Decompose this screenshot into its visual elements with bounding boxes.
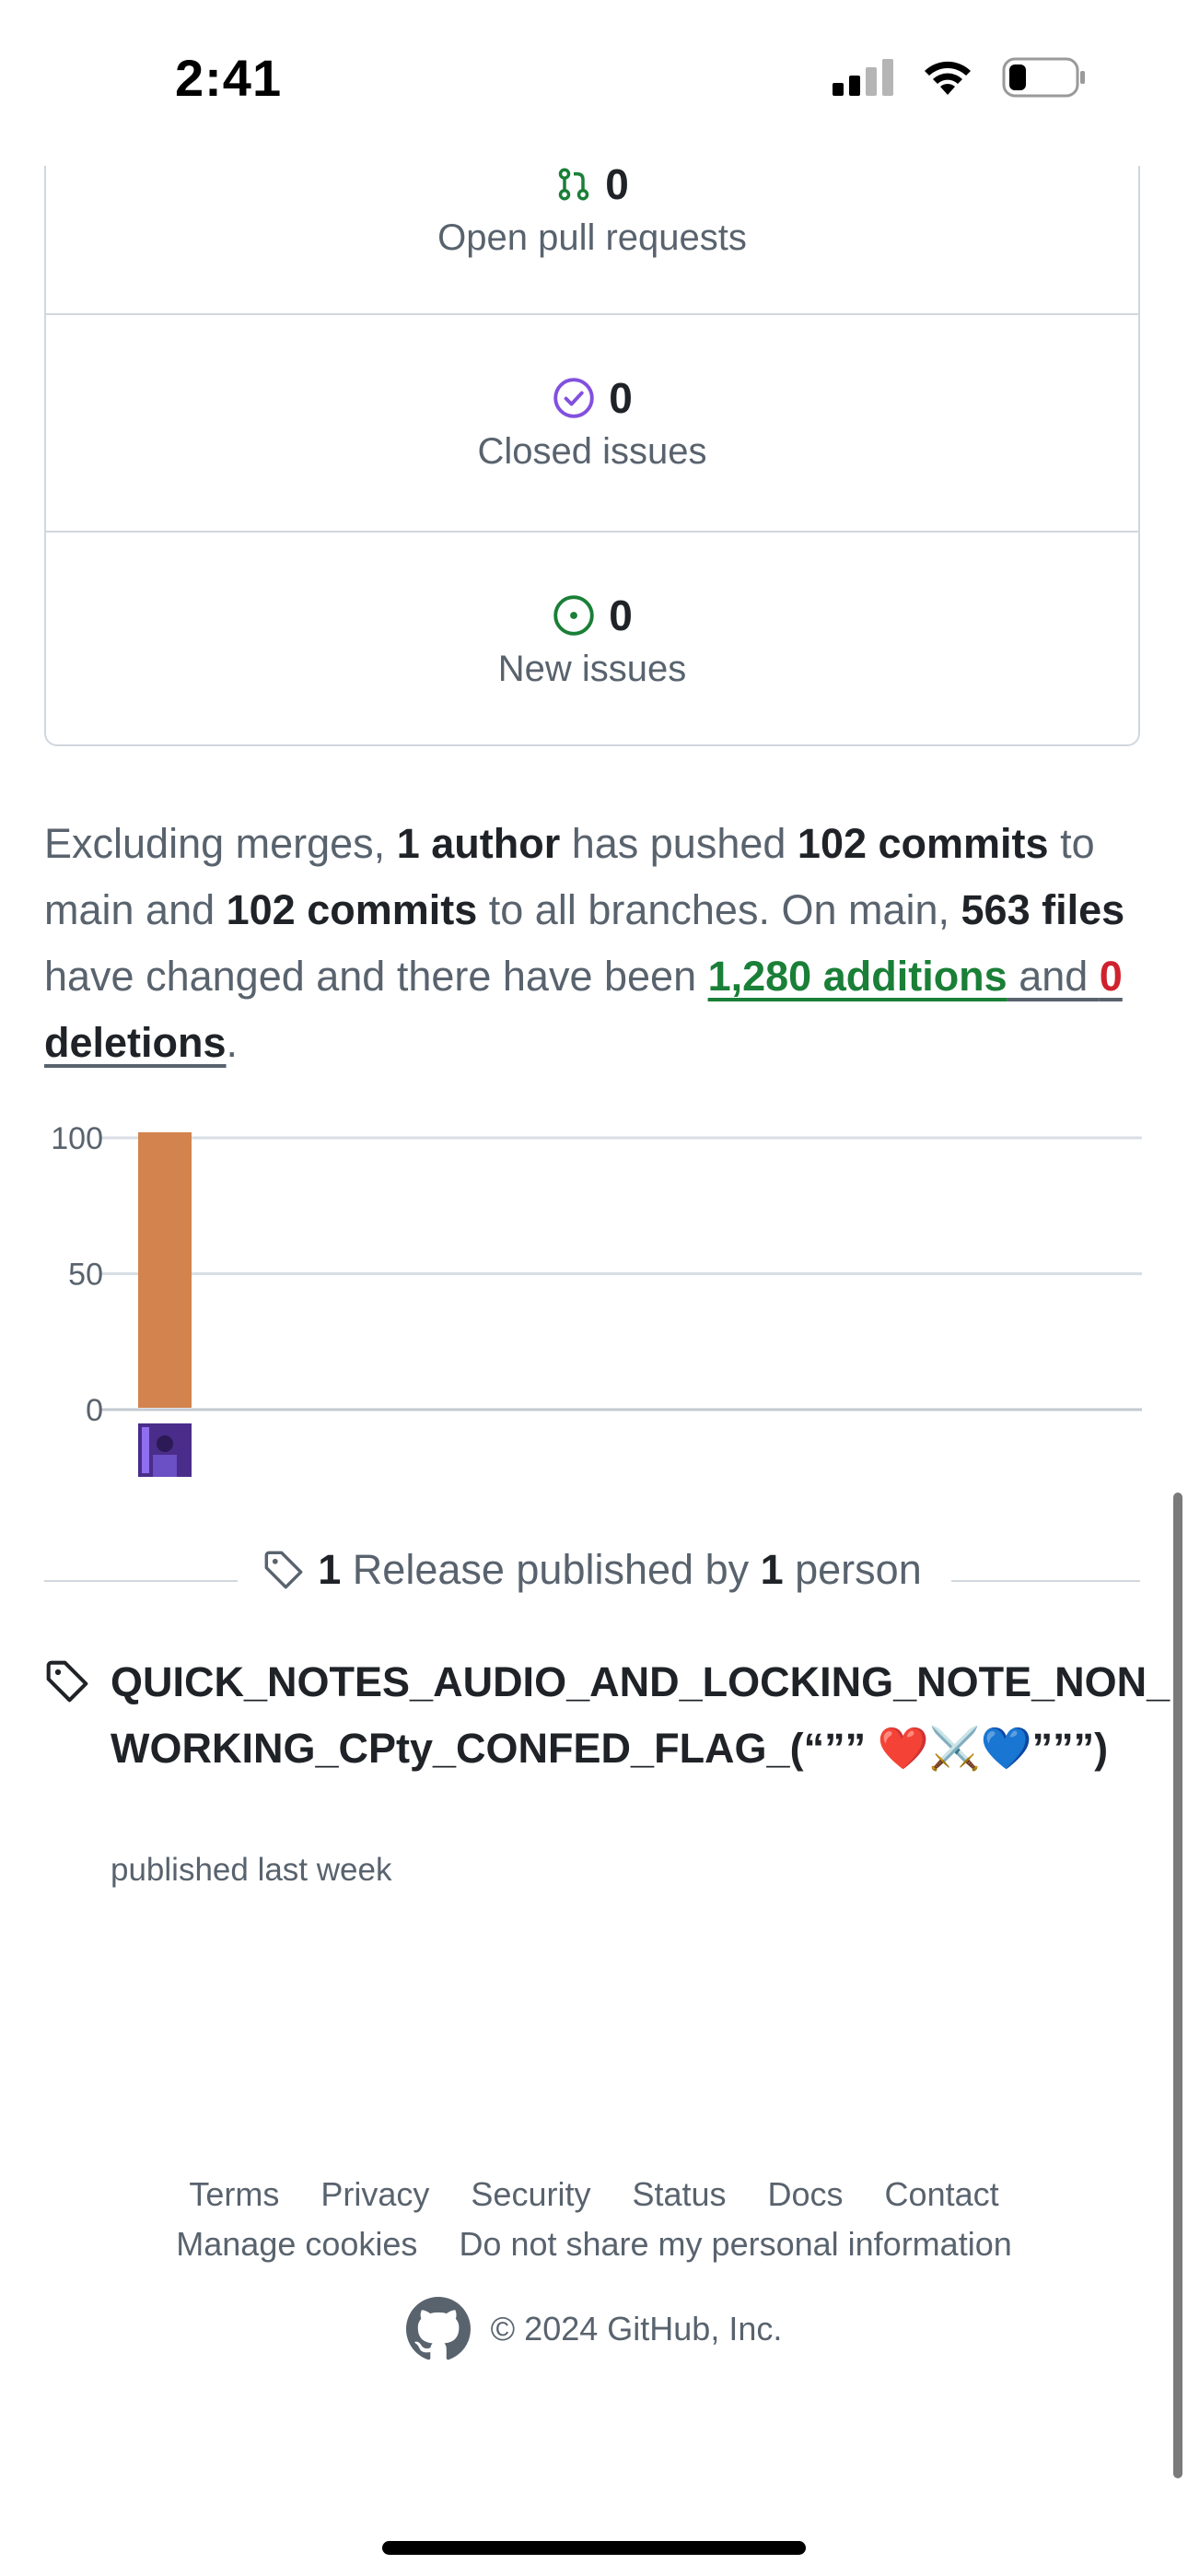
y-tick-label: 50 bbox=[68, 1258, 103, 1293]
stat-count: 0 bbox=[605, 160, 629, 208]
commits-main-count: 102 commits bbox=[797, 820, 1049, 867]
footer: Terms Privacy Security Status Docs Conta… bbox=[0, 2170, 1188, 2361]
tag-icon bbox=[264, 1551, 303, 1589]
footer-link-manage-cookies[interactable]: Manage cookies bbox=[176, 2219, 417, 2269]
stat-count: 0 bbox=[609, 591, 633, 639]
tag-icon bbox=[46, 1660, 88, 1703]
summary-text: . bbox=[226, 1019, 239, 1066]
y-tick-label: 0 bbox=[86, 1393, 103, 1428]
stat-closed-issues[interactable]: 0 Closed issues bbox=[46, 313, 1138, 473]
stat-new-issues[interactable]: 0 New issues bbox=[46, 531, 1138, 690]
y-tick-label: 100 bbox=[51, 1121, 103, 1156]
stat-label: New issues bbox=[497, 649, 687, 689]
stat-count: 0 bbox=[609, 374, 633, 422]
summary-text: has pushed bbox=[560, 820, 798, 867]
copyright-text: © 2024 GitHub, Inc. bbox=[490, 2310, 783, 2348]
footer-link-terms[interactable]: Terms bbox=[189, 2170, 279, 2219]
status-bar: 2:41 bbox=[0, 0, 1188, 166]
footer-link-privacy[interactable]: Privacy bbox=[320, 2170, 429, 2219]
cellular-signal-icon bbox=[833, 59, 893, 96]
release-people-count: 1 bbox=[760, 1546, 784, 1593]
release-published-time: published last week bbox=[111, 1852, 392, 1888]
footer-link-contact[interactable]: Contact bbox=[885, 2170, 999, 2219]
status-time: 2:41 bbox=[175, 49, 283, 107]
release-label: Release published by bbox=[341, 1546, 761, 1593]
footer-link-status[interactable]: Status bbox=[632, 2170, 726, 2219]
scrollbar[interactable] bbox=[1173, 1493, 1182, 2478]
additions-link[interactable]: 1,280 additions bbox=[708, 953, 1007, 1000]
deletions-count: 0 bbox=[1099, 953, 1123, 1000]
commits-all-count: 102 commits bbox=[226, 886, 478, 933]
footer-link-security[interactable]: Security bbox=[471, 2170, 590, 2219]
battery-icon bbox=[1002, 57, 1085, 98]
author-count: 1 author bbox=[396, 820, 561, 867]
pulse-stats-box: 0 Open pull requests 0 Closed issues 0 N… bbox=[44, 129, 1140, 746]
contributor-avatar[interactable] bbox=[138, 1423, 192, 1477]
contributor-bar[interactable] bbox=[138, 1132, 192, 1408]
release-summary-header: 1 Release published by 1 person bbox=[44, 1539, 1140, 1612]
footer-link-do-not-share[interactable]: Do not share my personal information bbox=[459, 2219, 1011, 2269]
wifi-icon bbox=[925, 61, 971, 95]
issue-opened-icon bbox=[553, 595, 594, 636]
status-icons bbox=[833, 57, 1087, 98]
summary-text: and bbox=[1007, 953, 1100, 1000]
summary-text: to all branches. On main, bbox=[477, 886, 961, 933]
summary-text: have changed and there have been bbox=[44, 953, 708, 1000]
release-people-label: person bbox=[783, 1546, 922, 1593]
stat-label: Open pull requests bbox=[437, 217, 747, 258]
git-pull-request-icon bbox=[558, 168, 589, 201]
issue-closed-icon bbox=[553, 378, 594, 418]
stat-open-pull-requests[interactable]: 0 Open pull requests bbox=[46, 157, 1138, 259]
commit-summary: Excluding merges, 1 author has pushed 10… bbox=[44, 811, 1149, 1076]
files-changed-count: 563 files bbox=[961, 886, 1125, 933]
summary-text: Excluding merges, bbox=[44, 820, 397, 867]
footer-link-docs[interactable]: Docs bbox=[768, 2170, 844, 2219]
release-title-link[interactable]: QUICK_NOTES_AUDIO_AND_LOCKING_NOTE_NON_W… bbox=[111, 1649, 1188, 1782]
github-logo-icon[interactable] bbox=[405, 2297, 471, 2361]
deletions-word: deletions bbox=[44, 1019, 227, 1066]
home-indicator[interactable] bbox=[382, 2541, 806, 2555]
release-count: 1 bbox=[318, 1546, 342, 1593]
stat-label: Closed issues bbox=[477, 431, 707, 472]
contributors-chart: 100 50 0 bbox=[51, 1121, 1142, 1477]
